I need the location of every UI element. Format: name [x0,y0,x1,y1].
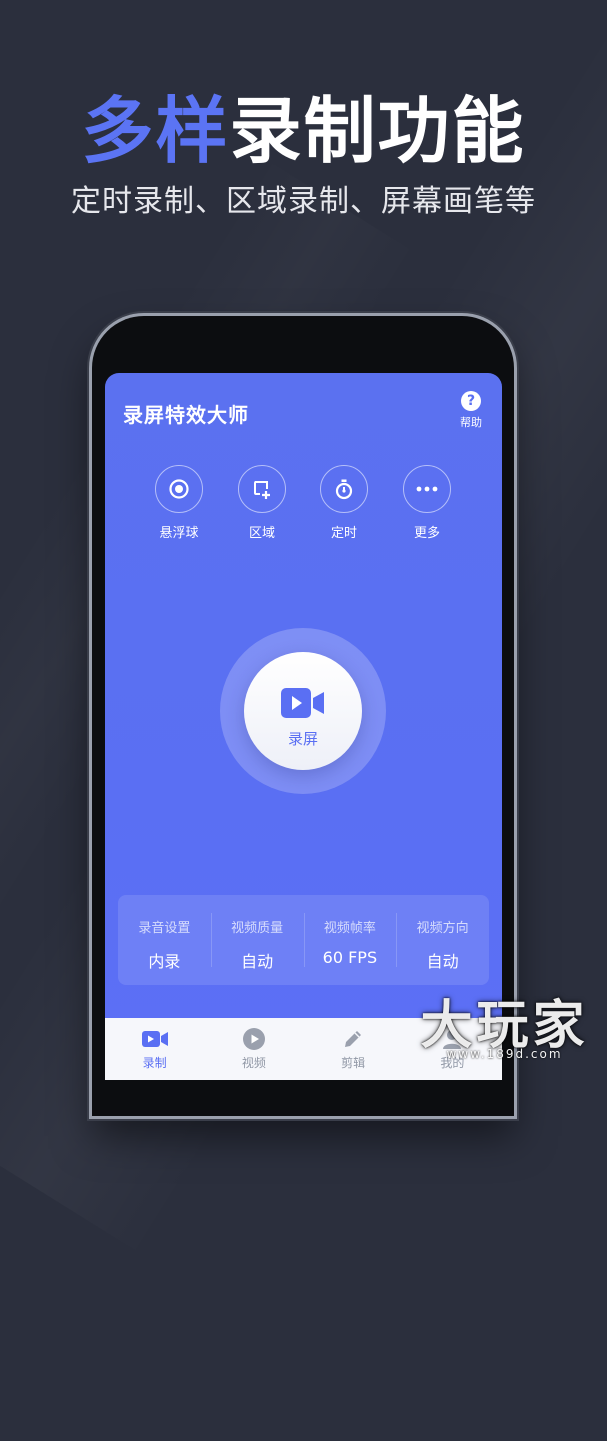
setting-quality[interactable]: 视频质量 自动 [210,895,304,985]
tool-region[interactable]: 区域 [222,465,302,541]
tab-label: 录制 [142,1056,167,1070]
watermark: 大玩家 www.189d.com [402,995,607,1080]
video-camera-icon [244,686,362,724]
tool-label: 悬浮球 [159,526,199,541]
tab-label: 视频 [241,1056,266,1070]
tab-record[interactable]: 录制 [105,1018,204,1080]
setting-value: 60 FPS [322,948,378,967]
tab-video[interactable]: 视频 [204,1018,303,1080]
app-title: 录屏特效大师 [123,403,249,427]
setting-orientation[interactable]: 视频方向 自动 [396,895,489,985]
more-icon [403,465,451,513]
help-icon: ? [461,391,481,411]
timer-icon [320,465,368,513]
setting-audio[interactable]: 录音设置 内录 [118,895,211,985]
settings-panel: 录音设置 内录 视频质量 自动 视频帧率 60 FPS 视频方向 自动 [118,895,489,985]
headline-rest: 录制功能 [229,89,526,173]
help-label: 帮助 [460,416,482,429]
tab-edit[interactable]: 剪辑 [304,1018,403,1080]
pencil-icon [304,1027,403,1051]
tool-more[interactable]: 更多 [387,465,467,541]
tool-label: 更多 [413,526,440,541]
headline-accent: 多样 [81,89,230,173]
record-button-label: 录屏 [287,730,318,748]
video-camera-icon [105,1027,204,1051]
floating-ball-icon [155,465,203,513]
promo-subheadline: 定时录制、区域录制、屏幕画笔等 [71,184,536,219]
app-screen: 录屏特效大师 ? 帮助 悬浮球 区域 定时 更多 录屏 录音设置 内录 视频质量… [105,373,502,1080]
play-icon [204,1027,303,1051]
region-icon [238,465,286,513]
tool-floating-ball[interactable]: 悬浮球 [139,465,219,541]
tool-label: 定时 [330,526,357,541]
setting-label: 视频方向 [416,921,469,936]
help-button[interactable]: ? 帮助 [454,391,488,430]
setting-value: 自动 [241,952,274,971]
setting-label: 视频帧率 [323,921,376,936]
setting-framerate[interactable]: 视频帧率 60 FPS [303,895,397,985]
setting-label: 录音设置 [138,921,191,936]
setting-value: 自动 [426,952,459,971]
setting-label: 视频质量 [231,921,284,936]
record-button[interactable]: 录屏 [244,652,362,770]
promo-headline: 多样录制功能 [0,86,607,176]
tool-timer[interactable]: 定时 [304,465,384,541]
tab-label: 剪辑 [341,1056,366,1070]
setting-value: 内录 [148,952,181,971]
tool-label: 区域 [248,526,275,541]
